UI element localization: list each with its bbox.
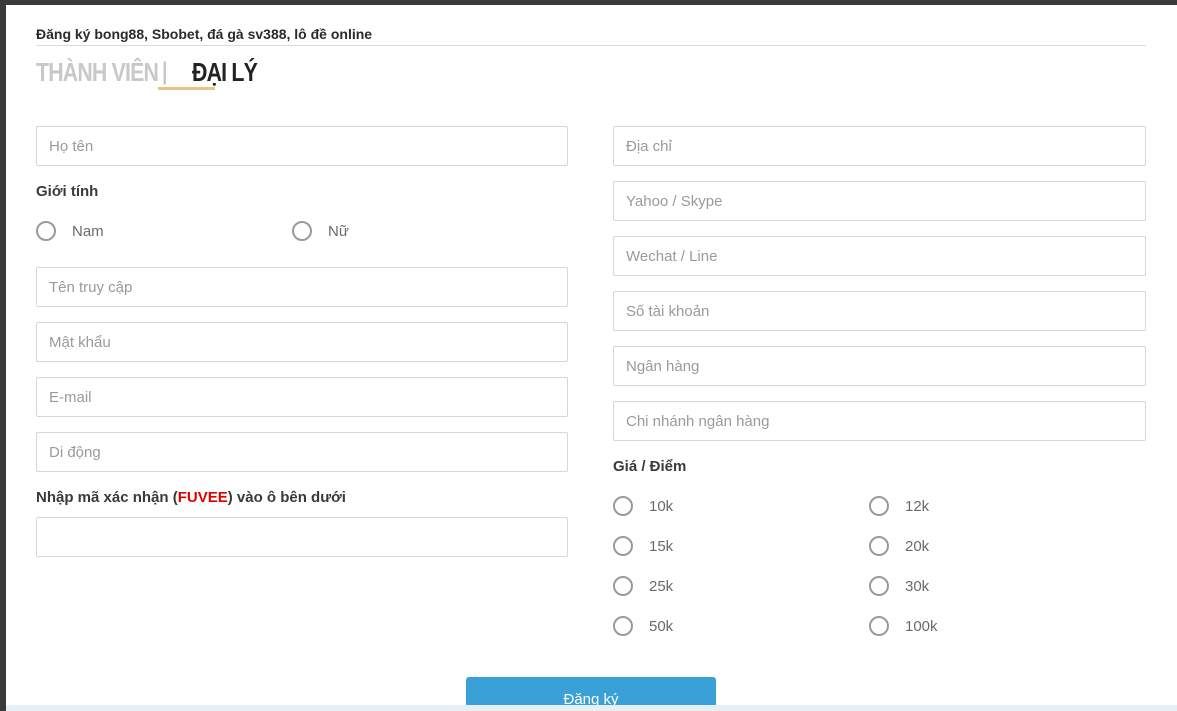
captcha-label: Nhập mã xác nhận (FUVEE) vào ô bên dưới — [36, 489, 346, 506]
gender-label: Giới tính — [36, 183, 99, 200]
captcha-label-prefix: Nhập mã xác nhận ( — [36, 489, 178, 506]
password-field[interactable] — [36, 322, 568, 362]
price-option[interactable]: 15k — [613, 536, 673, 556]
price-option[interactable]: 25k — [613, 576, 673, 596]
email-field[interactable] — [36, 377, 568, 417]
email-input[interactable] — [49, 378, 567, 416]
price-option-label: 25k — [649, 577, 674, 595]
username-input[interactable] — [49, 268, 567, 306]
price-option[interactable]: 20k — [869, 536, 929, 556]
tab-separator: | — [162, 58, 168, 85]
tab-member[interactable]: THÀNH VIÊN — [36, 57, 159, 87]
captcha-field[interactable] — [36, 517, 568, 557]
tab-agent[interactable]: ĐẠI LÝ — [192, 57, 258, 87]
account-number-input[interactable] — [626, 292, 1145, 330]
price-option[interactable]: 30k — [869, 576, 929, 596]
radio-circle-icon[interactable] — [613, 496, 633, 516]
radio-circle-icon[interactable] — [869, 616, 889, 636]
bank-branch-input[interactable] — [626, 402, 1145, 440]
price-option[interactable]: 100k — [869, 616, 938, 636]
account-number-field[interactable] — [613, 291, 1146, 331]
captcha-input[interactable] — [49, 518, 567, 556]
price-option-label: 100k — [905, 617, 938, 635]
bank-field[interactable] — [613, 346, 1146, 386]
captcha-label-suffix: ) vào ô bên dưới — [227, 489, 346, 506]
gender-option-label: Nam — [72, 222, 104, 240]
gender-option-label: Nữ — [328, 222, 349, 240]
price-option-label: 50k — [649, 617, 674, 635]
price-option-label: 20k — [905, 537, 930, 555]
radio-circle-icon[interactable] — [613, 576, 633, 596]
price-option-label: 10k — [649, 497, 674, 515]
bank-branch-field[interactable] — [613, 401, 1146, 441]
radio-circle-icon[interactable] — [869, 536, 889, 556]
radio-circle-icon[interactable] — [36, 221, 56, 241]
gender-option-male[interactable]: Nam — [36, 221, 104, 241]
title-divider — [36, 45, 1146, 46]
price-label: Giá / Điểm — [613, 458, 687, 475]
active-tab-indicator — [158, 87, 215, 90]
address-input[interactable] — [626, 127, 1145, 165]
phone-input[interactable] — [49, 433, 567, 471]
registration-panel: Đăng ký bong88, Sbobet, đá gà sv388, lô … — [6, 5, 1177, 711]
wechat-line-field[interactable] — [613, 236, 1146, 276]
account-type-tabs: THÀNH VIÊN | ĐẠI LÝ — [36, 57, 262, 91]
price-option-label: 15k — [649, 537, 674, 555]
bottom-strip — [6, 705, 1177, 711]
fullname-input[interactable] — [49, 127, 567, 165]
wechat-line-input[interactable] — [626, 237, 1145, 275]
phone-field[interactable] — [36, 432, 568, 472]
price-option[interactable]: 10k — [613, 496, 673, 516]
radio-circle-icon[interactable] — [292, 221, 312, 241]
page-title: Đăng ký bong88, Sbobet, đá gà sv388, lô … — [36, 26, 373, 42]
radio-circle-icon[interactable] — [613, 536, 633, 556]
address-field[interactable] — [613, 126, 1146, 166]
password-input[interactable] — [49, 323, 567, 361]
price-option-label: 30k — [905, 577, 930, 595]
captcha-code: FUVEE — [177, 489, 228, 506]
price-option-label: 12k — [905, 497, 930, 515]
bank-input[interactable] — [626, 347, 1145, 385]
radio-circle-icon[interactable] — [613, 616, 633, 636]
yahoo-skype-input[interactable] — [626, 182, 1145, 220]
price-option[interactable]: 50k — [613, 616, 673, 636]
username-field[interactable] — [36, 267, 568, 307]
fullname-field[interactable] — [36, 126, 568, 166]
gender-option-female[interactable]: Nữ — [292, 221, 349, 241]
yahoo-skype-field[interactable] — [613, 181, 1146, 221]
radio-circle-icon[interactable] — [869, 576, 889, 596]
price-option[interactable]: 12k — [869, 496, 929, 516]
radio-circle-icon[interactable] — [869, 496, 889, 516]
